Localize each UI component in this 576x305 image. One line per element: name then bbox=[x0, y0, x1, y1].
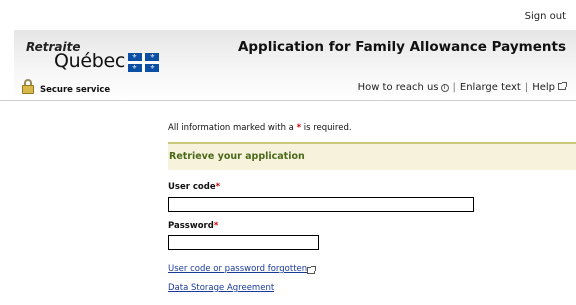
logo-quebec-text: Québec bbox=[54, 50, 126, 72]
quebec-flag-icon: ⚜ ⚜ ⚜ ⚜ bbox=[128, 53, 159, 72]
separator: | bbox=[452, 82, 456, 93]
user-code-input[interactable] bbox=[168, 197, 474, 212]
enlarge-text-link[interactable]: Enlarge text bbox=[460, 82, 521, 93]
separator: | bbox=[524, 82, 529, 93]
help-link[interactable]: Help bbox=[532, 82, 555, 93]
section-header: Retrieve your application bbox=[168, 142, 576, 170]
utility-links: How to reach us i | Enlarge text | Help bbox=[358, 82, 567, 93]
top-bar: Sign out bbox=[0, 0, 576, 30]
secure-service-label: Secure service bbox=[40, 85, 111, 95]
forgot-credentials-link[interactable]: User code or password forgotten bbox=[168, 264, 307, 274]
page-title: Application for Family Allowance Payment… bbox=[237, 39, 566, 55]
header-banner: Retraite Québec ⚜ ⚜ ⚜ ⚜ Application for … bbox=[14, 30, 576, 101]
external-link-icon bbox=[558, 82, 567, 90]
external-link-icon bbox=[307, 266, 316, 274]
header-divider bbox=[0, 100, 576, 101]
section-title: Retrieve your application bbox=[169, 151, 305, 162]
user-code-label: User code* bbox=[168, 182, 221, 192]
password-input[interactable] bbox=[168, 235, 319, 250]
password-label: Password* bbox=[168, 221, 219, 231]
required-star: * bbox=[296, 123, 302, 133]
info-icon: i bbox=[440, 83, 449, 92]
data-storage-link[interactable]: Data Storage Agreement bbox=[168, 283, 274, 293]
how-to-reach-link[interactable]: How to reach us bbox=[358, 82, 439, 93]
required-note: All information marked with a * is requi… bbox=[168, 123, 352, 133]
lock-icon bbox=[22, 79, 34, 94]
sign-out-link[interactable]: Sign out bbox=[525, 11, 566, 22]
